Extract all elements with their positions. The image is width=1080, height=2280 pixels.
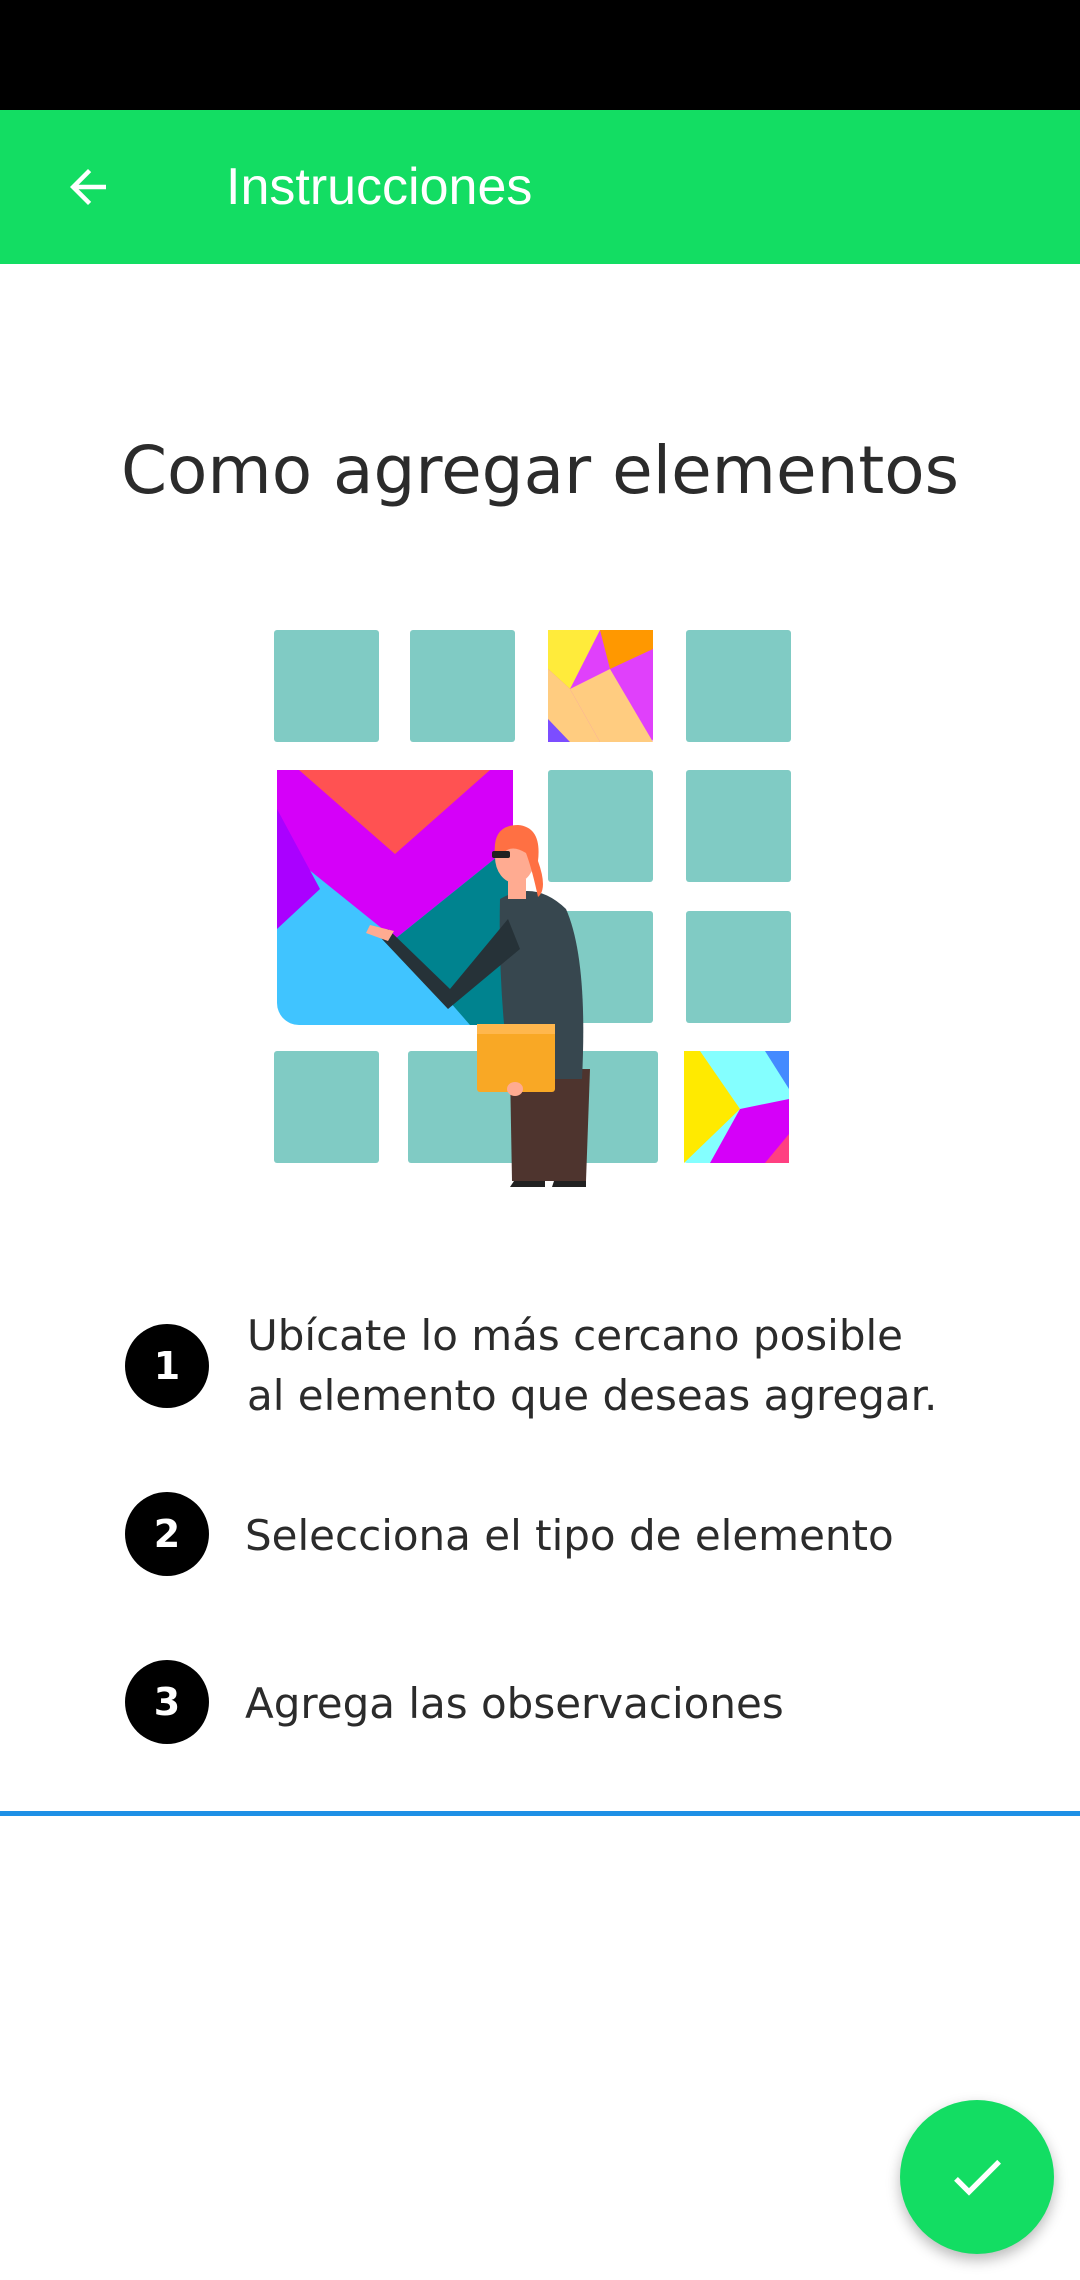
step-number-badge: 3 [125, 1660, 209, 1744]
page-heading: Como agregar elementos [120, 432, 960, 509]
add-elements-illustration [274, 630, 791, 1187]
app-bar: Instrucciones [0, 110, 1080, 264]
step-1: 1 Ubícate lo más cercano posible al elem… [125, 1306, 1025, 1426]
step-text: Selecciona el tipo de elemento [245, 1511, 894, 1560]
step-text-line: al elemento que deseas agregar. [247, 1371, 938, 1420]
step-number-badge: 1 [125, 1324, 209, 1408]
arrow-back-icon [70, 169, 106, 205]
step-text: Ubícate lo más cercano posible al elemen… [247, 1306, 937, 1426]
step-3: 3 Agrega las observaciones [125, 1660, 1025, 1750]
step-text: Agrega las observaciones [245, 1679, 784, 1728]
confirm-fab-button[interactable] [900, 2100, 1054, 2254]
back-button[interactable] [48, 147, 128, 227]
app-title: Instrucciones [226, 158, 533, 216]
step-text-line: Ubícate lo más cercano posible [247, 1311, 904, 1360]
instructions-content: Como agregar elementos 1 Ubícate lo más … [0, 264, 1080, 1817]
check-icon [954, 2159, 1001, 2196]
step-number-badge: 2 [125, 1492, 209, 1576]
divider [0, 1811, 1080, 1816]
step-2: 2 Selecciona el tipo de elemento [125, 1492, 1025, 1582]
status-bar [0, 0, 1080, 110]
